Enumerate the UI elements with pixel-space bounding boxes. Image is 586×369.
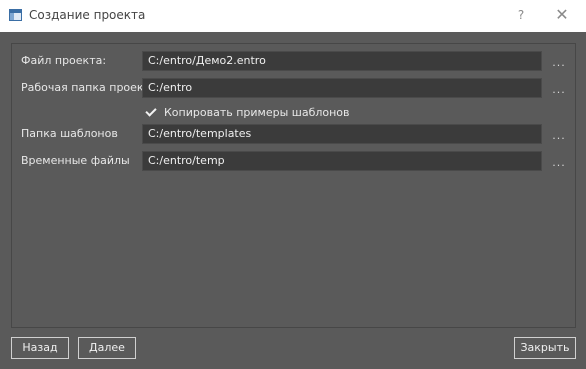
project-file-input[interactable]: C:/entro/Демо2.entro [142,51,542,71]
copy-templates-label: Копировать примеры шаблонов [164,106,350,119]
close-icon[interactable]: ✕ [552,5,572,25]
work-folder-input[interactable]: C:/entro [142,78,542,98]
templates-folder-label: Папка шаблонов [21,127,118,140]
work-folder-browse-button[interactable]: ... [549,80,569,100]
templates-folder-input[interactable]: C:/entro/templates [142,124,542,144]
next-button[interactable]: Далее [78,337,136,359]
work-folder-label: Рабочая папка проекта [21,81,157,94]
temp-files-input[interactable]: C:/entro/temp [142,151,542,171]
templates-folder-browse-button[interactable]: ... [549,126,569,146]
create-project-dialog: Создание проекта ? ✕ Файл проекта: C:/en… [0,0,586,369]
project-file-browse-button[interactable]: ... [549,53,569,73]
help-icon[interactable]: ? [512,6,530,24]
temp-files-browse-button[interactable]: ... [549,153,569,173]
app-window-icon [9,9,22,21]
window-title: Создание проекта [29,8,146,22]
close-button[interactable]: Закрыть [514,337,576,359]
back-button[interactable]: Назад [11,337,69,359]
title-bar: Создание проекта ? ✕ [0,0,586,32]
temp-files-label: Временные файлы [21,154,130,167]
checkmark-icon [145,105,159,119]
project-file-label: Файл проекта: [21,54,107,67]
